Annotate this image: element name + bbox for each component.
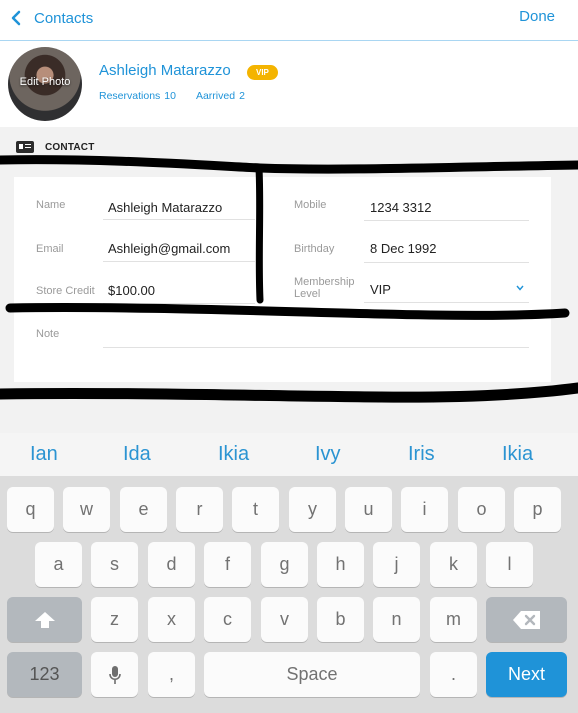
- membership-select[interactable]: VIP: [370, 282, 391, 297]
- suggestion-2[interactable]: Ida: [123, 443, 151, 466]
- suggestion-bar: [0, 433, 578, 476]
- key-j[interactable]: j: [373, 542, 420, 587]
- numbers-key[interactable]: 123: [7, 652, 82, 697]
- navigation-bar: Contacts Done: [0, 0, 578, 41]
- membership-underline: [364, 302, 529, 303]
- key-i[interactable]: i: [401, 487, 448, 532]
- key-e[interactable]: e: [120, 487, 167, 532]
- key-n[interactable]: n: [373, 597, 420, 642]
- arrived-count: 2: [239, 90, 245, 102]
- contact-form: [14, 177, 551, 382]
- store-credit-field[interactable]: $100.00: [108, 283, 155, 298]
- key-c[interactable]: c: [204, 597, 251, 642]
- name-label: Name: [36, 199, 66, 211]
- backspace-icon: [512, 610, 540, 629]
- email-label: Email: [36, 243, 64, 255]
- avatar[interactable]: Edit Photo: [8, 47, 82, 121]
- membership-label-line2: Level: [294, 288, 321, 300]
- key-g[interactable]: g: [261, 542, 308, 587]
- key-p[interactable]: p: [514, 487, 561, 532]
- key-w[interactable]: w: [63, 487, 110, 532]
- key-b[interactable]: b: [317, 597, 364, 642]
- note-label: Note: [36, 328, 60, 340]
- key-x[interactable]: x: [148, 597, 195, 642]
- birthday-underline: [364, 262, 529, 263]
- mobile-field[interactable]: 1234 3312: [370, 200, 431, 215]
- key-f[interactable]: f: [204, 542, 251, 587]
- key-s[interactable]: s: [91, 542, 138, 587]
- membership-label-line1: Membership: [294, 276, 355, 288]
- reservations-count: 10: [164, 90, 176, 102]
- suggestion-4[interactable]: Ivy: [315, 443, 341, 466]
- key-y[interactable]: y: [289, 487, 336, 532]
- vip-badge: VIP: [247, 65, 278, 80]
- delete-key[interactable]: [486, 597, 567, 642]
- suggestion-5[interactable]: Iris: [408, 443, 435, 466]
- arrived-label: Aarrived: [195, 90, 236, 102]
- done-button[interactable]: Done: [519, 8, 555, 25]
- suggestion-3[interactable]: Ikia: [218, 443, 249, 466]
- microphone-key[interactable]: [91, 652, 138, 697]
- suggestion-1[interactable]: Ian: [30, 443, 58, 466]
- note-underline: [103, 347, 529, 348]
- section-header: CONTACT: [16, 141, 95, 153]
- key-m[interactable]: m: [430, 597, 477, 642]
- key-t[interactable]: t: [232, 487, 279, 532]
- key-k[interactable]: k: [430, 542, 477, 587]
- mobile-underline: [364, 220, 529, 221]
- key-h[interactable]: h: [317, 542, 364, 587]
- key-l[interactable]: l: [486, 542, 533, 587]
- contact-card-icon: [16, 141, 34, 153]
- key-z[interactable]: z: [91, 597, 138, 642]
- shift-arrow-icon: [34, 611, 55, 628]
- key-d[interactable]: d: [148, 542, 195, 587]
- profile-header: Edit Photo Ashleigh Matarazzo VIP Reserv…: [0, 41, 578, 127]
- period-key[interactable]: .: [430, 652, 477, 697]
- key-v[interactable]: v: [261, 597, 308, 642]
- next-key[interactable]: Next: [486, 652, 567, 697]
- back-label: Contacts: [34, 9, 94, 27]
- section-title: CONTACT: [45, 141, 95, 153]
- chevron-down-icon[interactable]: [516, 285, 524, 291]
- key-q[interactable]: q: [7, 487, 54, 532]
- shift-key[interactable]: [7, 597, 82, 642]
- microphone-icon: [108, 665, 121, 684]
- profile-name: Ashleigh Matarazzo: [99, 62, 231, 79]
- suggestion-6[interactable]: Ikia: [502, 443, 533, 466]
- membership-label: Membership Level: [294, 276, 355, 300]
- key-u[interactable]: u: [345, 487, 392, 532]
- key-a[interactable]: a: [35, 542, 82, 587]
- back-button[interactable]: Contacts: [10, 5, 93, 31]
- name-underline: [103, 219, 255, 220]
- email-field[interactable]: Ashleigh@gmail.com: [108, 241, 230, 256]
- comma-key[interactable]: ,: [148, 652, 195, 697]
- birthday-field[interactable]: 8 Dec 1992: [370, 241, 437, 256]
- email-underline: [103, 261, 255, 262]
- store-credit-underline: [103, 303, 255, 304]
- key-o[interactable]: o: [458, 487, 505, 532]
- reservations-label: Reservations: [99, 90, 161, 102]
- space-key[interactable]: Space: [204, 652, 420, 697]
- birthday-label: Birthday: [294, 243, 335, 255]
- note-field[interactable]: [108, 326, 528, 344]
- store-credit-label: Store Credit: [36, 285, 95, 297]
- chevron-left-icon: [11, 10, 21, 26]
- key-r[interactable]: r: [176, 487, 223, 532]
- profile-stats: Reservations 10 Aarrived 2: [99, 90, 249, 102]
- name-field[interactable]: Ashleigh Matarazzo: [108, 200, 222, 215]
- mobile-label: Mobile: [294, 199, 327, 211]
- edit-photo-label: Edit Photo: [19, 76, 71, 88]
